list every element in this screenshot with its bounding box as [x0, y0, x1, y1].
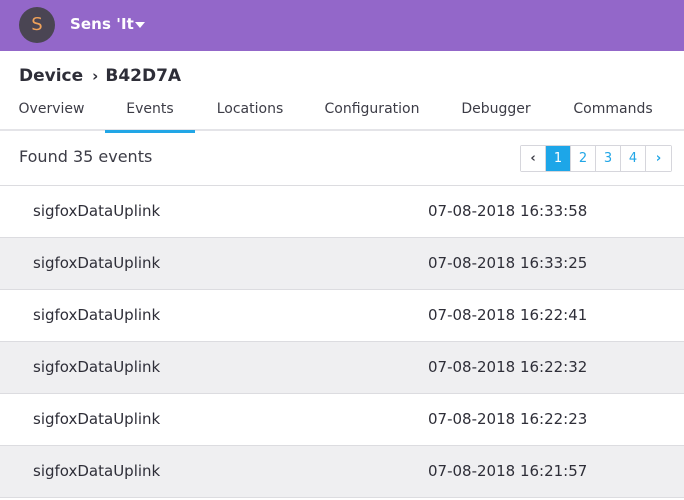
- pagination-next-icon[interactable]: ›: [646, 146, 671, 171]
- pagination: ‹ 1 2 3 4 ›: [520, 145, 672, 172]
- tab-overview[interactable]: Overview: [0, 101, 103, 131]
- event-row[interactable]: sigfoxDataUplink 07-08-2018 16:22:41: [0, 290, 684, 342]
- top-bar: S Sens 'It: [0, 0, 684, 51]
- event-name: sigfoxDataUplink: [33, 202, 161, 220]
- event-row[interactable]: sigfoxDataUplink 07-08-2018 16:22:32: [0, 342, 684, 394]
- event-time: 07-08-2018 16:21:57: [428, 462, 588, 480]
- event-time: 07-08-2018 16:33:25: [428, 254, 588, 272]
- tab-commands[interactable]: Commands: [563, 101, 663, 131]
- event-name: sigfoxDataUplink: [33, 254, 161, 272]
- event-time: 07-08-2018 16:22:32: [428, 358, 588, 376]
- breadcrumb: Device › B42D7A: [19, 66, 181, 88]
- tab-debugger[interactable]: Debugger: [452, 101, 540, 131]
- page-3[interactable]: 3: [596, 146, 621, 171]
- event-time: 07-08-2018 16:22:41: [428, 306, 588, 324]
- tab-events[interactable]: Events: [105, 101, 195, 133]
- event-name: sigfoxDataUplink: [33, 410, 161, 428]
- event-name: sigfoxDataUplink: [33, 306, 161, 324]
- chevron-down-icon[interactable]: [135, 22, 145, 28]
- page-1[interactable]: 1: [546, 146, 571, 171]
- app-avatar[interactable]: S: [19, 7, 55, 43]
- page-4[interactable]: 4: [621, 146, 646, 171]
- pagination-prev-icon[interactable]: ‹: [521, 146, 546, 171]
- results-count: Found 35 events: [19, 147, 153, 166]
- tab-bar: Overview Events Locations Configuration …: [0, 98, 684, 133]
- tab-configuration[interactable]: Configuration: [316, 101, 428, 131]
- event-time: 07-08-2018 16:22:23: [428, 410, 588, 428]
- breadcrumb-current: B42D7A: [105, 66, 182, 86]
- event-row[interactable]: sigfoxDataUplink 07-08-2018 16:21:57: [0, 446, 684, 498]
- tab-locations[interactable]: Locations: [205, 101, 295, 131]
- events-list: sigfoxDataUplink 07-08-2018 16:33:58 sig…: [0, 185, 684, 498]
- event-name: sigfoxDataUplink: [33, 462, 161, 480]
- event-row[interactable]: sigfoxDataUplink 07-08-2018 16:33:25: [0, 238, 684, 290]
- page-2[interactable]: 2: [571, 146, 596, 171]
- event-name: sigfoxDataUplink: [33, 358, 161, 376]
- chevron-right-icon: ›: [92, 67, 99, 85]
- app-name[interactable]: Sens 'It: [70, 15, 134, 33]
- event-row[interactable]: sigfoxDataUplink 07-08-2018 16:22:23: [0, 394, 684, 446]
- breadcrumb-device[interactable]: Device: [19, 66, 83, 86]
- event-row[interactable]: sigfoxDataUplink 07-08-2018 16:33:58: [0, 186, 684, 238]
- event-time: 07-08-2018 16:33:58: [428, 202, 588, 220]
